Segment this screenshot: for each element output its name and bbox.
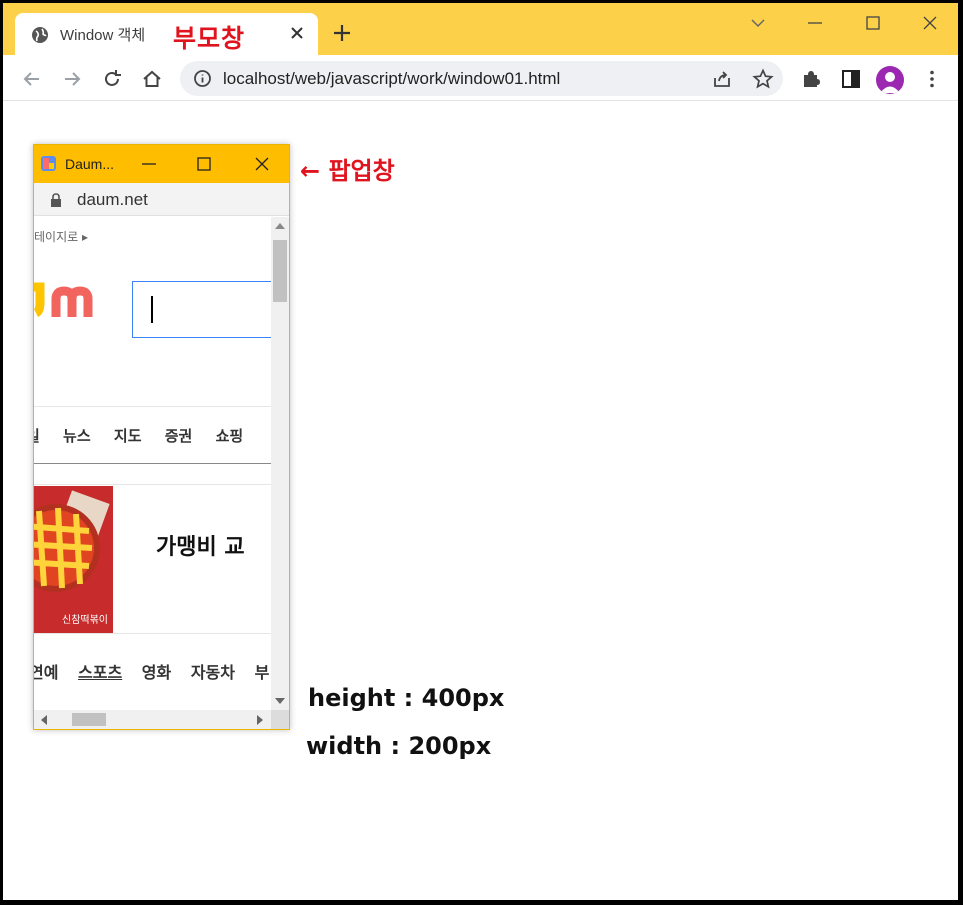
horizontal-scrollbar[interactable] — [34, 710, 271, 729]
browser-tab[interactable]: Window 객체 — [15, 13, 318, 55]
divider — [34, 484, 271, 485]
new-tab-icon[interactable] — [331, 22, 353, 44]
vertical-scrollbar[interactable] — [271, 217, 289, 710]
daum-logo — [34, 282, 93, 318]
homepage-link[interactable]: 테이지로 ▸ — [34, 228, 88, 245]
width-annotation: width : 200px — [306, 732, 492, 760]
home-icon[interactable] — [141, 68, 163, 90]
ad-banner-text[interactable]: 가맹비 교 — [156, 529, 245, 561]
nav-item-entertainment[interactable]: 연예 — [34, 659, 58, 683]
nav-item-map[interactable]: 지도 — [114, 425, 142, 446]
reload-icon[interactable] — [101, 68, 123, 90]
back-arrow-icon[interactable] — [21, 68, 43, 90]
height-annotation: height : 400px — [308, 684, 505, 712]
close-icon[interactable] — [290, 26, 304, 40]
nav-item-stock[interactable]: 증권 — [165, 425, 193, 446]
scroll-right-icon[interactable] — [257, 715, 263, 725]
nav-item-sports[interactable]: 스포츠 — [78, 659, 122, 683]
popup-close-icon[interactable] — [252, 154, 272, 174]
nav-item-real-estate[interactable]: 부 — [255, 659, 270, 683]
window-close-icon[interactable] — [920, 13, 940, 33]
scrollbar-corner — [271, 710, 289, 729]
lock-icon — [51, 193, 61, 207]
scroll-left-icon[interactable] — [41, 715, 47, 725]
popup-maximize-icon[interactable] — [194, 154, 214, 174]
browser-window: Window 객체 부모창 localhost/web/javascript/w… — [3, 3, 958, 900]
share-icon[interactable] — [711, 68, 733, 90]
divider — [34, 463, 271, 464]
popup-address-bar: daum.net — [34, 183, 289, 216]
avatar[interactable] — [876, 66, 904, 94]
puzzle-icon[interactable] — [800, 68, 822, 90]
search-input[interactable] — [132, 281, 271, 338]
user-icon — [880, 72, 900, 93]
scroll-up-icon[interactable] — [275, 223, 285, 229]
side-panel-icon[interactable] — [840, 68, 862, 90]
banner-label: 신참떡볶이 — [62, 614, 108, 626]
vertical-scroll-thumb[interactable] — [273, 240, 287, 302]
ad-banner-image[interactable]: 신참떡볶이 — [34, 486, 113, 633]
kebab-menu-icon[interactable] — [921, 68, 943, 90]
popup-minimize-icon[interactable] — [139, 154, 159, 174]
forward-arrow-icon[interactable] — [61, 68, 83, 90]
divider — [34, 406, 271, 407]
popup-title: Daum... — [65, 156, 115, 172]
popup-window[interactable]: Daum... daum.net 테이지로 ▸ 뉴스 지도 증권 쇼핑 신참떡볶… — [33, 144, 290, 730]
nav-item-news[interactable]: 뉴스 — [63, 425, 91, 446]
star-icon[interactable] — [752, 68, 774, 90]
popup-window-annotation: ← 팝업창 — [300, 157, 395, 185]
service-nav: 일 뉴스 지도 증권 쇼핑 — [34, 425, 261, 446]
divider — [34, 633, 271, 634]
popup-page-content: 테이지로 ▸ 일 뉴스 지도 증권 쇼핑 — [34, 217, 271, 710]
toolbar: localhost/web/javascript/work/window01.h… — [3, 55, 958, 101]
category-nav: 연예 스포츠 영화 자동차 부 — [34, 659, 271, 683]
daum-favicon-icon — [41, 156, 56, 171]
parent-window-annotation: 부모창 — [173, 24, 246, 53]
url-text: localhost/web/javascript/work/window01.h… — [223, 69, 561, 88]
text-caret — [151, 296, 153, 323]
globe-icon — [32, 27, 48, 43]
tteokbokki-image: 신참떡볶이 — [34, 486, 113, 633]
maximize-icon[interactable] — [863, 13, 883, 33]
nav-item-mail[interactable]: 일 — [34, 425, 40, 446]
info-icon[interactable] — [193, 69, 212, 88]
address-bar[interactable]: localhost/web/javascript/work/window01.h… — [180, 61, 783, 96]
tab-title: Window 객체 — [60, 27, 146, 44]
popup-address-text: daum.net — [77, 190, 148, 209]
title-bar: Window 객체 부모창 — [3, 3, 958, 55]
chevron-down-icon[interactable] — [748, 13, 768, 33]
minimize-icon[interactable] — [805, 13, 825, 33]
nav-item-cars[interactable]: 자동차 — [191, 659, 235, 683]
popup-title-bar[interactable]: Daum... — [34, 145, 289, 183]
nav-item-movies[interactable]: 영화 — [142, 659, 171, 683]
horizontal-scroll-thumb[interactable] — [72, 713, 106, 726]
nav-item-shopping[interactable]: 쇼핑 — [216, 425, 244, 446]
scroll-down-icon[interactable] — [275, 698, 285, 704]
